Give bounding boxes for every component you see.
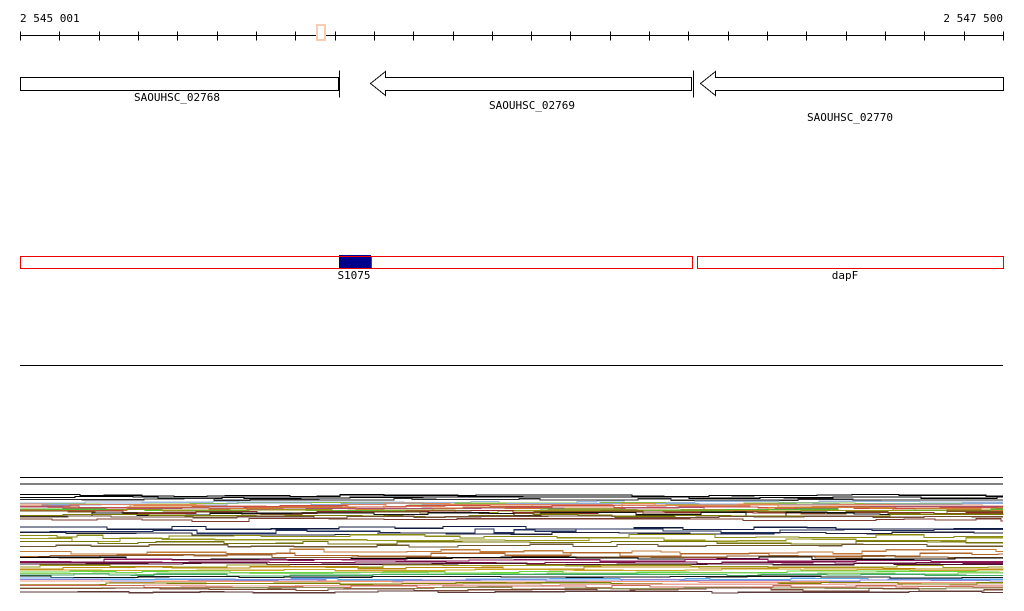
expression-profile-trace [20,495,1003,499]
expression-profile-trace [20,575,1003,579]
gene-arrow-saouhsc_02769[interactable] [369,70,692,97]
expression-profile-trace [20,573,1003,577]
gene-label-saouhsc_02770: SAOUHSC_02770 [806,111,894,124]
expression-profile-trace [20,543,1003,548]
position-marker[interactable] [316,24,326,41]
expression-profile-trace [20,540,1003,545]
feature-box-dapf[interactable] [697,256,1004,269]
expression-profile-trace [20,518,1003,523]
gene-arrow-saouhsc_02768[interactable] [20,77,339,91]
gene-arrow-saouhsc_02770[interactable] [699,70,1004,97]
feature-label-s1075: S1075 [337,269,371,282]
genome-browser-view: 2 545 001 2 547 500 SAOUHSC_02768 SAOUHSC… [0,0,1024,611]
gene-label-saouhsc_02768: SAOUHSC_02768 [133,91,221,104]
ruler-end-coordinate: 2 547 500 [943,12,1003,25]
expression-profile-trace [20,515,1003,519]
expression-profile-trace [20,534,1003,539]
ruler-start-coordinate: 2 545 001 [20,12,80,25]
expression-profile-trace [20,548,1003,555]
feature-highlight-s1075[interactable] [339,255,371,269]
expression-profile-trace [20,562,1003,566]
gene-label-saouhsc_02769: SAOUHSC_02769 [488,99,576,112]
expression-profile-trace [20,497,1003,501]
feature-label-dapf: dapF [831,269,859,282]
